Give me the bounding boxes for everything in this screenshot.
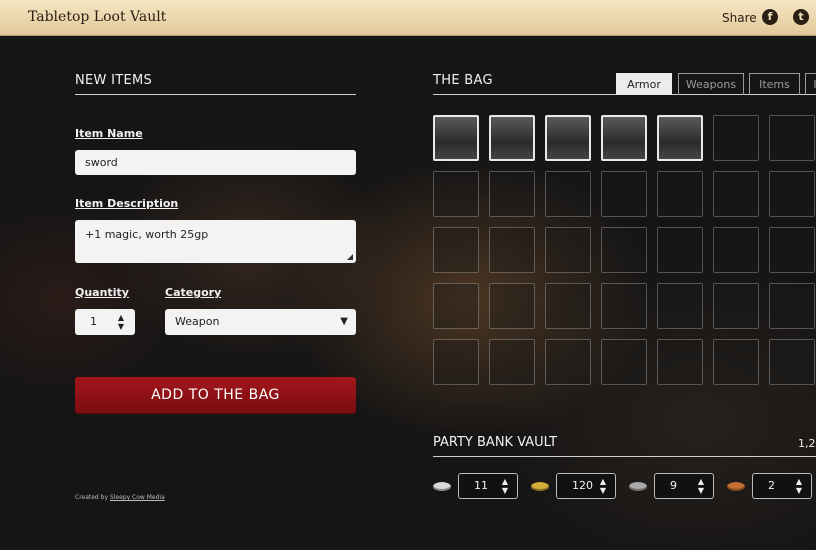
bag-slot[interactable] [601,171,647,217]
top-bar: Tabletop Loot Vault Share f t [0,0,816,36]
bag-slot[interactable] [713,227,759,273]
bag-slot[interactable] [433,283,479,329]
bag-slot[interactable] [433,171,479,217]
platinum-coin-icon [433,482,451,491]
app-title: Tabletop Loot Vault [28,9,167,25]
category-value: Weapon [175,315,220,328]
bag-slot[interactable] [489,171,535,217]
bag-slot[interactable] [489,283,535,329]
twitter-icon[interactable]: t [793,9,809,25]
bag-slot[interactable] [545,283,591,329]
bag-slot[interactable] [769,227,815,273]
quantity-stepper[interactable]: 1 ▲ ▼ [75,309,135,335]
credit-line: Created by Sleepy Cow Media [75,494,165,501]
tab-items[interactable]: Items [749,73,800,95]
chevron-down-icon: ▼ [340,316,348,327]
platinum-coin-input[interactable]: 11 ▲ ▼ [458,473,518,499]
spin-up-icon[interactable]: ▲ [117,313,125,322]
bag-slot[interactable] [545,227,591,273]
share-label: Share [722,11,757,25]
item-description-textarea[interactable]: +1 magic, worth 25gp [75,220,356,263]
silver-coin-input[interactable]: 9 ▲ ▼ [654,473,714,499]
bag-slot-filled[interactable] [489,115,535,161]
quantity-label: Quantity [75,286,129,299]
bag-slot-filled[interactable] [545,115,591,161]
bag-slot[interactable] [489,339,535,385]
spin-down-icon[interactable]: ▼ [501,486,509,495]
new-items-heading: NEW ITEMS [75,73,356,95]
bag-slot[interactable] [769,283,815,329]
bag-slot[interactable] [769,339,815,385]
spin-up-icon[interactable]: ▲ [795,477,803,486]
bag-slot-filled[interactable] [657,115,703,161]
category-select[interactable]: Weapon ▼ [165,309,356,335]
bag-slot[interactable] [657,283,703,329]
bag-slot[interactable] [713,171,759,217]
bag-slot[interactable] [713,283,759,329]
platinum-coin-value: 11 [474,479,488,492]
item-description-label: Item Description [75,197,179,210]
bag-slot[interactable] [657,339,703,385]
bag-slot[interactable] [545,171,591,217]
silver-coin-icon [629,482,647,491]
bag-slot[interactable] [713,115,759,161]
vault-heading: PARTY BANK VAULT [433,435,816,457]
facebook-icon[interactable]: f [762,9,778,25]
vault-total: 1,22 [798,437,816,450]
copper-coin-input[interactable]: 2 ▲ ▼ [752,473,812,499]
copper-coin-icon [727,482,745,491]
bag-slot[interactable] [545,339,591,385]
spin-down-icon[interactable]: ▼ [599,486,607,495]
spin-down-icon[interactable]: ▼ [795,486,803,495]
item-name-label: Item Name [75,127,143,140]
gold-coin-value: 120 [572,479,593,492]
credit-prefix: Created by [75,494,110,501]
bag-slot[interactable] [657,171,703,217]
bag-slot[interactable] [601,227,647,273]
bag-slot[interactable] [769,115,815,161]
spin-down-icon[interactable]: ▼ [117,322,125,331]
spin-down-icon[interactable]: ▼ [697,486,705,495]
tab-armor[interactable]: Armor [616,73,672,95]
item-description-value: +1 magic, worth 25gp [85,228,209,241]
silver-coin-value: 9 [670,479,677,492]
tab-more[interactable]: I [805,73,816,95]
quantity-value: 1 [90,315,97,328]
bag-grid [433,115,816,385]
bag-slot-filled[interactable] [601,115,647,161]
credit-link[interactable]: Sleepy Cow Media [110,494,165,501]
spin-up-icon[interactable]: ▲ [599,477,607,486]
gold-coin-icon [531,482,549,491]
spin-up-icon[interactable]: ▲ [501,477,509,486]
bag-slot[interactable] [769,171,815,217]
resize-handle-icon[interactable] [347,254,353,260]
bag-slot[interactable] [601,283,647,329]
bag-slot[interactable] [489,227,535,273]
add-to-bag-button[interactable]: ADD TO THE BAG [75,377,356,414]
copper-coin-value: 2 [768,479,775,492]
bag-slot-filled[interactable] [433,115,479,161]
bag-slot[interactable] [601,339,647,385]
bag-slot[interactable] [433,339,479,385]
bag-slot[interactable] [713,339,759,385]
tab-weapons[interactable]: Weapons [678,73,744,95]
bag-slot[interactable] [433,227,479,273]
item-name-input[interactable]: sword [75,150,356,175]
category-label: Category [165,286,222,299]
spin-up-icon[interactable]: ▲ [697,477,705,486]
bag-slot[interactable] [657,227,703,273]
gold-coin-input[interactable]: 120 ▲ ▼ [556,473,616,499]
